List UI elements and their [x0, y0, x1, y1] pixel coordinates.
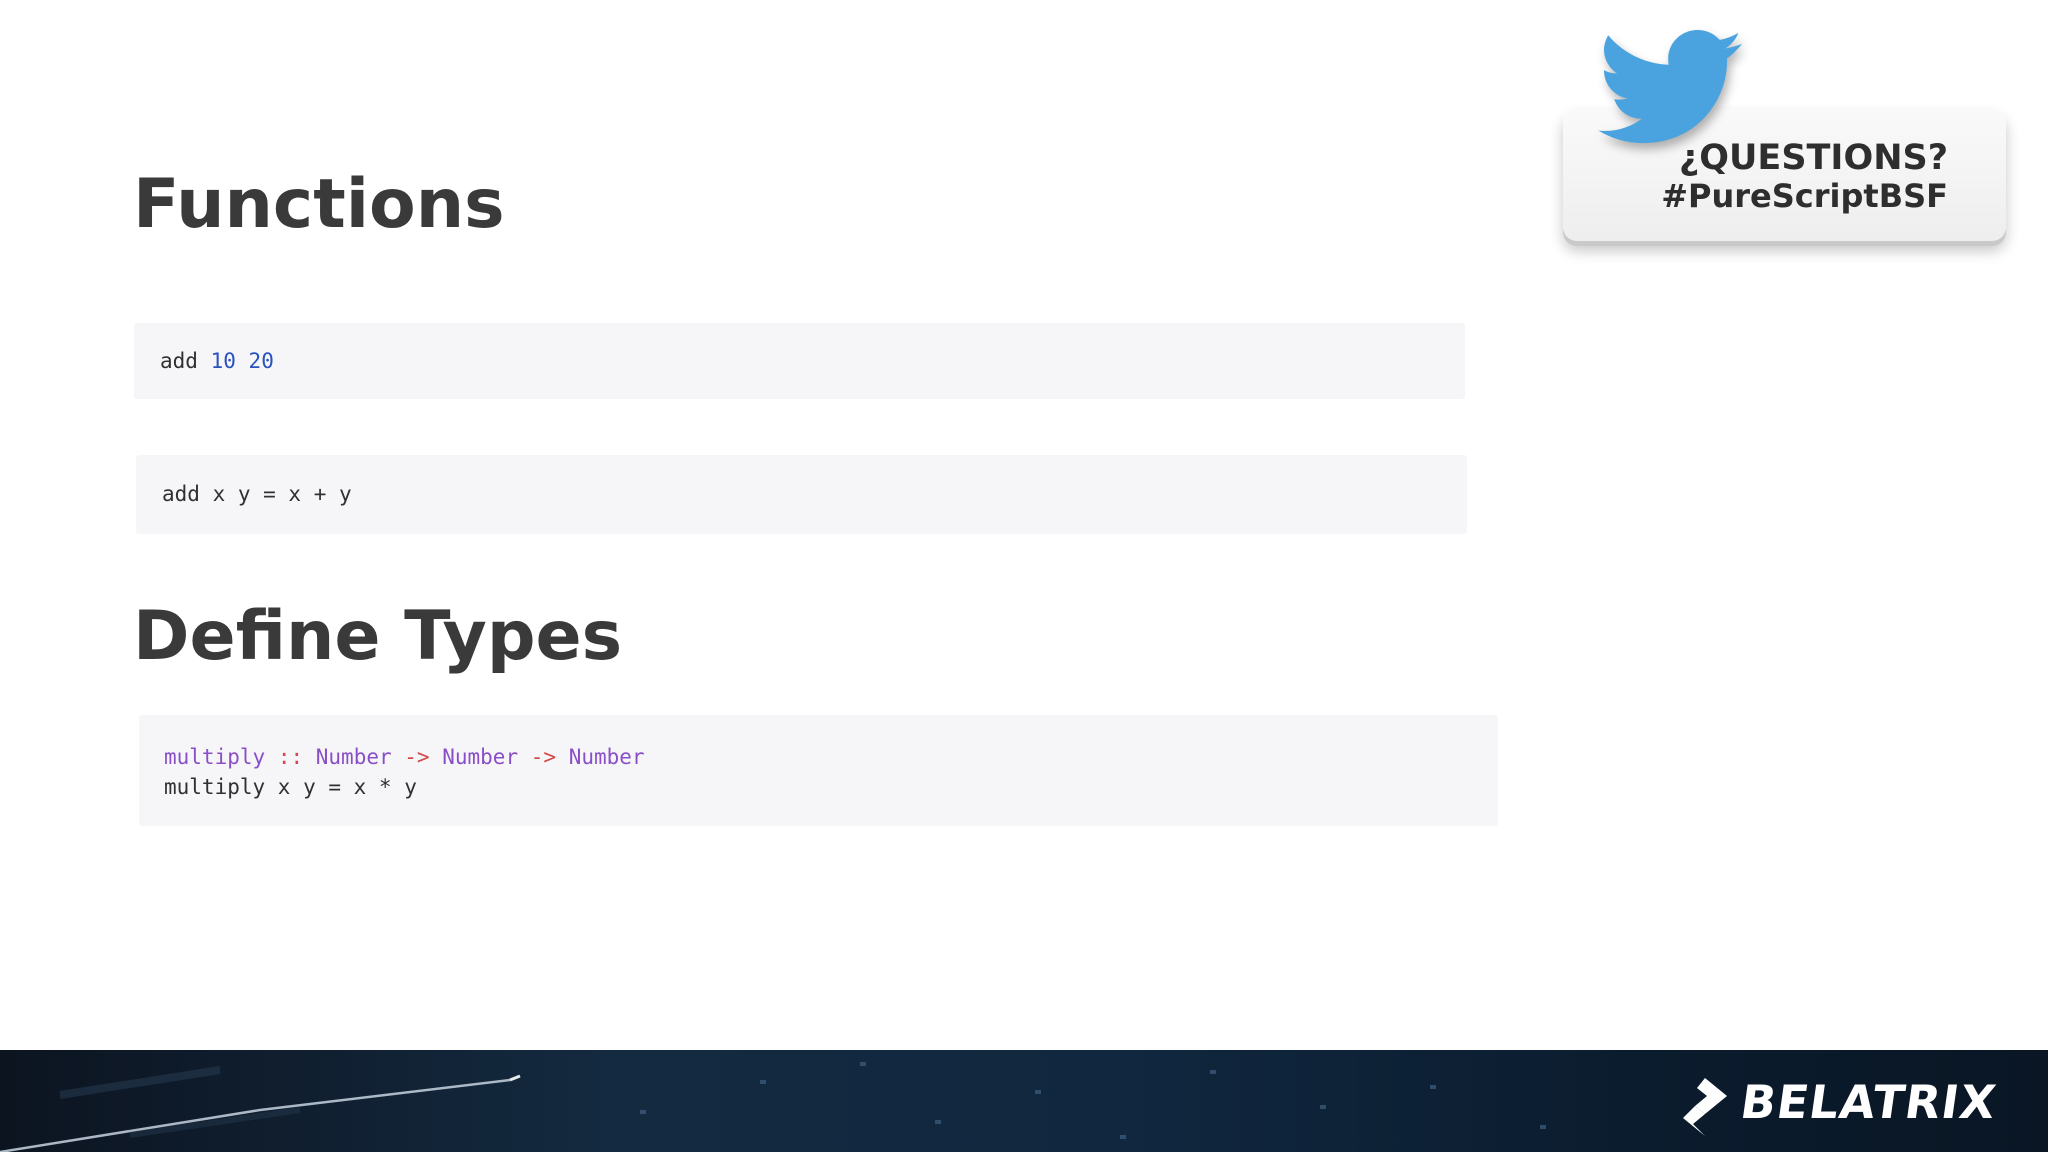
code-body-line: multiply x y = x * y — [164, 775, 417, 799]
code-sig-colons: :: — [277, 745, 304, 769]
code-sig-type-1: Number — [315, 745, 392, 769]
code-definition-line: add x y = x + y — [162, 482, 352, 506]
code-block-call: add 10 20 — [134, 323, 1465, 399]
hashtag-label: #PureScriptBSF — [1661, 177, 1948, 215]
code-sig-type-3: Number — [568, 745, 645, 769]
twitter-bird-icon — [1598, 30, 1742, 144]
code-block-definition: add x y = x + y — [136, 455, 1467, 534]
brand-name: BELATRIX — [1737, 1075, 2001, 1129]
code-arg-2: 20 — [248, 349, 274, 373]
code-sig-name: multiply — [164, 745, 266, 769]
code-arg-1: 10 — [210, 349, 236, 373]
belatrix-logo-icon — [1683, 1078, 1727, 1136]
code-fn-name: add — [160, 349, 198, 373]
code-sig-arrow-1: -> — [404, 745, 430, 769]
code-signature-line: multiply :: Number -> Number -> Number — [164, 742, 1498, 772]
heading-define-types: Define Types — [133, 597, 623, 676]
code-sig-type-2: Number — [442, 745, 519, 769]
code-sig-arrow-2: -> — [530, 745, 557, 769]
questions-label: ¿QUESTIONS? — [1678, 138, 1948, 178]
code-block-typed: multiply :: Number -> Number -> Number mu… — [139, 715, 1498, 826]
heading-functions: Functions — [133, 165, 505, 244]
